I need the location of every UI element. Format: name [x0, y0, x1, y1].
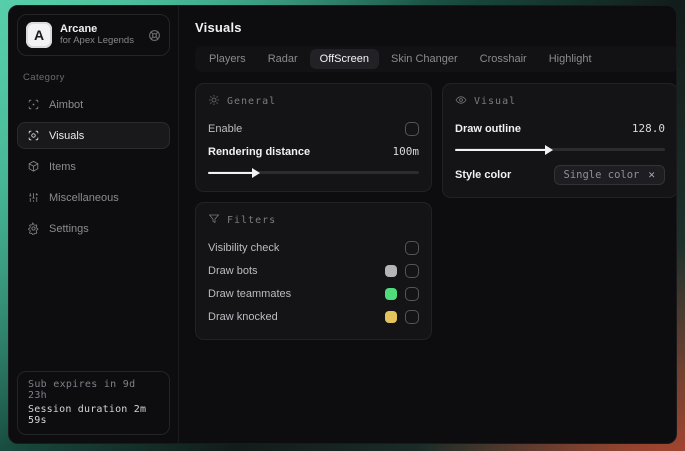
scan-eye-icon: [27, 129, 40, 142]
enable-label: Enable: [208, 122, 243, 135]
draw-bots-checkbox[interactable]: [405, 263, 419, 278]
style-color-select[interactable]: Single color ✕: [553, 164, 665, 185]
panel-title: General: [227, 96, 277, 107]
sun-icon: [208, 94, 220, 109]
draw-teammates-label: Draw teammates: [208, 287, 292, 300]
draw-outline-label: Draw outline: [455, 122, 522, 135]
brand-name: Arcane: [60, 23, 98, 36]
draw-bots-row: Draw bots: [208, 260, 419, 281]
sidebar-item-items[interactable]: Items: [17, 153, 170, 180]
tab-bar: Players Radar OffScreen Skin Changer Cro…: [195, 46, 676, 72]
enable-checkbox[interactable]: [405, 121, 419, 136]
panel-title: Filters: [227, 215, 277, 226]
style-color-selected-value: Single color: [563, 168, 640, 181]
app-window: A Arcane for Apex Legends Category Aimbo…: [8, 5, 677, 444]
enable-row: Enable: [208, 118, 419, 139]
brand-card: A Arcane for Apex Legends: [17, 14, 170, 56]
sidebar-item-visuals[interactable]: Visuals: [17, 122, 170, 149]
subscription-info: Sub expires in 9d 23h Session duration 2…: [17, 371, 170, 435]
sub-expires-text: Sub expires in 9d 23h: [28, 379, 136, 401]
sidebar-item-label: Visuals: [49, 129, 85, 142]
main-content: Visuals Players Radar OffScreen Skin Cha…: [179, 6, 676, 443]
sidebar-item-label: Items: [49, 160, 76, 173]
tab-offscreen[interactable]: OffScreen: [309, 49, 379, 69]
style-color-label: Style color: [455, 168, 512, 181]
session-duration-text: Session duration 2m 59s: [28, 404, 147, 426]
tab-players[interactable]: Players: [199, 49, 256, 69]
sidebar-item-miscellaneous[interactable]: Miscellaneous: [17, 184, 170, 211]
rendering-distance-value: 100m: [392, 145, 420, 158]
draw-knocked-label: Draw knocked: [208, 310, 278, 323]
brand-logo: A: [26, 22, 52, 48]
crosshair-icon: [27, 98, 40, 111]
sidebar-item-settings[interactable]: Settings: [17, 215, 170, 242]
brand-subtitle: for Apex Legends: [60, 34, 134, 46]
sidebar-nav: Aimbot Visuals Items Miscellaneous Setti…: [17, 91, 170, 242]
draw-outline-value: 128.0: [631, 122, 665, 135]
tab-crosshair[interactable]: Crosshair: [470, 49, 537, 69]
draw-knocked-row: Draw knocked: [208, 306, 419, 327]
tab-highlight[interactable]: Highlight: [539, 49, 602, 69]
page-title: Visuals: [195, 20, 242, 35]
rendering-distance-row: Rendering distance 100m: [208, 141, 419, 162]
sidebar: A Arcane for Apex Legends Category Aimbo…: [9, 6, 179, 443]
draw-bots-label: Draw bots: [208, 264, 258, 277]
sidebar-item-label: Aimbot: [49, 98, 84, 111]
tab-skin-changer[interactable]: Skin Changer: [381, 49, 468, 69]
slider-thumb[interactable]: [545, 144, 554, 155]
draw-bots-color-swatch[interactable]: [385, 264, 397, 277]
category-label: Category: [23, 72, 65, 83]
visual-panel: Visual Draw outline 128.0 Style color Si…: [442, 83, 676, 198]
rendering-distance-slider[interactable]: [208, 165, 419, 179]
rendering-distance-label: Rendering distance: [208, 145, 311, 158]
visibility-check-checkbox[interactable]: [405, 240, 419, 255]
eye-icon: [455, 94, 467, 109]
tab-radar[interactable]: Radar: [258, 49, 308, 69]
sliders-icon: [27, 191, 40, 204]
general-panel: General Enable Rendering distance 100m: [195, 83, 432, 192]
draw-knocked-checkbox[interactable]: [405, 309, 419, 324]
slider-thumb[interactable]: [252, 167, 261, 178]
filters-panel: Filters Visibility check Draw bots Draw …: [195, 202, 432, 340]
gear-icon: [27, 222, 40, 235]
cube-icon: [27, 160, 40, 173]
panel-title: Visual: [474, 96, 517, 107]
lifebuoy-icon[interactable]: [148, 29, 161, 42]
draw-teammates-color-swatch[interactable]: [385, 287, 397, 300]
sidebar-item-label: Settings: [49, 222, 89, 235]
draw-teammates-row: Draw teammates: [208, 283, 419, 304]
style-color-row: Style color Single color ✕: [455, 164, 665, 185]
sidebar-item-label: Miscellaneous: [49, 191, 119, 204]
draw-outline-row: Draw outline 128.0: [455, 118, 665, 139]
sidebar-item-aimbot[interactable]: Aimbot: [17, 91, 170, 118]
visibility-check-label: Visibility check: [208, 241, 280, 254]
funnel-icon: [208, 213, 220, 228]
close-icon[interactable]: ✕: [648, 169, 655, 180]
draw-teammates-checkbox[interactable]: [405, 286, 419, 301]
visibility-check-row: Visibility check: [208, 237, 419, 258]
draw-outline-slider[interactable]: [455, 142, 665, 156]
draw-knocked-color-swatch[interactable]: [385, 310, 397, 323]
